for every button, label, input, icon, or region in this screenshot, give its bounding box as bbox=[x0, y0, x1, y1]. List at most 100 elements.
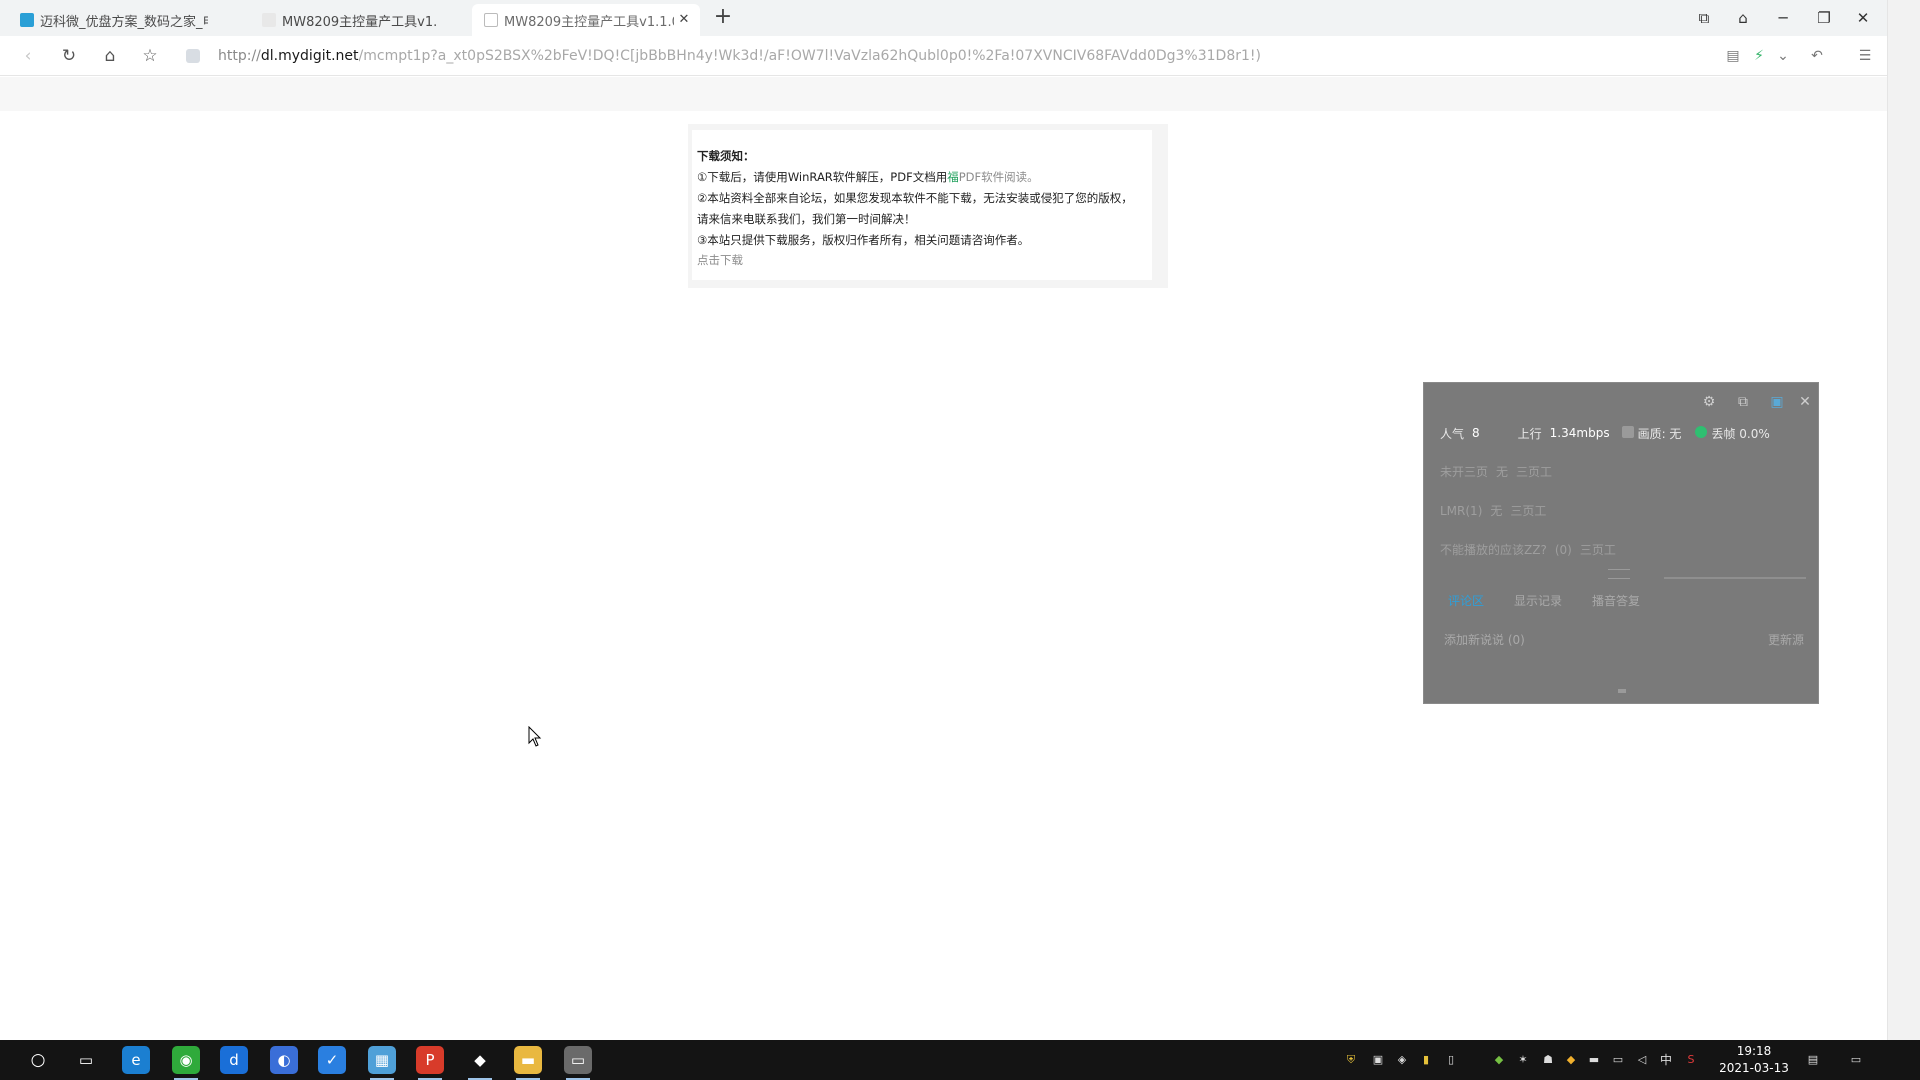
bluetooth-icon[interactable]: ✶ bbox=[1515, 1052, 1531, 1068]
settings-gear-icon[interactable]: ⚙ bbox=[1698, 391, 1720, 413]
notice-text: 软件解压，PDF文档用 bbox=[832, 170, 948, 184]
window-app-icon[interactable]: ▦ bbox=[368, 1046, 396, 1080]
close-tab-icon[interactable]: ✕ bbox=[676, 12, 692, 28]
close-panel-icon[interactable]: ✕ bbox=[1794, 391, 1816, 413]
restore-icon[interactable]: ❐ bbox=[1812, 6, 1836, 30]
browser-tab[interactable]: 迈科微_优盘方案_数码之家_电 bbox=[8, 4, 220, 36]
chevron-down-icon[interactable]: ⌄ bbox=[1772, 44, 1794, 68]
tab-replies[interactable]: 播音答复 bbox=[1592, 592, 1640, 610]
skin-shirt-icon[interactable]: ⌂ bbox=[1731, 6, 1755, 30]
tab-title: MW8209主控量产工具v1.1.0. bbox=[282, 14, 438, 30]
close-window-icon[interactable]: ✕ bbox=[1851, 6, 1875, 30]
notice-highlight: 福 bbox=[947, 170, 959, 184]
volume-icon[interactable]: ◁ bbox=[1634, 1052, 1650, 1068]
home-icon[interactable]: ⌂ bbox=[98, 44, 122, 68]
globe-icon[interactable]: ◐ bbox=[270, 1046, 298, 1074]
url-scheme: http:// bbox=[218, 48, 261, 64]
notice-line-3: 请来信来电联系我们，我们第一时间解决！ bbox=[697, 212, 916, 226]
clock-date: 2021-03-13 bbox=[1719, 1061, 1789, 1075]
page-favicon-icon bbox=[262, 13, 276, 27]
powerpoint-icon[interactable]: P bbox=[416, 1046, 444, 1080]
notice-text: PDF软件阅读。 bbox=[958, 170, 1039, 184]
edge-browser-icon[interactable]: e bbox=[122, 1046, 150, 1074]
tray-app-icon[interactable]: ◈ bbox=[1394, 1052, 1410, 1068]
page-scrollbar[interactable] bbox=[1887, 0, 1920, 1040]
keyboard-app-icon[interactable]: ▭ bbox=[564, 1046, 592, 1080]
tab-title: 迈科微_优盘方案_数码之家_电 bbox=[40, 14, 208, 30]
row-name: LMR(1) bbox=[1440, 504, 1483, 518]
panel-tabs: 评论区 显示记录 播音答复 bbox=[1448, 592, 1640, 610]
quality-label: 画质: 无 bbox=[1637, 426, 1682, 441]
folder-icon[interactable]: ▬ bbox=[1586, 1052, 1602, 1068]
file-explorer-icon[interactable]: ▬ bbox=[514, 1046, 542, 1080]
refresh-source-link[interactable]: 更新源 bbox=[1768, 631, 1804, 649]
page-top-band bbox=[0, 77, 1887, 111]
minimize-icon[interactable]: ─ bbox=[1771, 6, 1795, 30]
quality-checkbox[interactable] bbox=[1621, 425, 1638, 441]
browser-tab[interactable]: MW8209主控量产工具v1.1.0. bbox=[250, 4, 450, 36]
bookmark-star-icon[interactable]: ☆ bbox=[138, 44, 162, 68]
download-link[interactable]: 点击下载 bbox=[697, 251, 1146, 269]
tab-comments[interactable]: 评论区 bbox=[1448, 592, 1484, 610]
panel-scroll-knob[interactable] bbox=[1618, 689, 1626, 693]
site-info-icon[interactable] bbox=[186, 49, 200, 63]
row-note: 三页工 bbox=[1516, 465, 1553, 479]
notice-line-4: ③本站只提供下载服务，版权归作者所有，相关问题请咨询作者。 bbox=[697, 233, 1030, 247]
row-note: 三页工 bbox=[1510, 504, 1547, 518]
reload-icon[interactable]: ↻ bbox=[57, 44, 81, 68]
security-shield-icon[interactable]: ⛨ bbox=[1343, 1052, 1359, 1068]
ime-indicator[interactable]: 中 bbox=[1658, 1052, 1674, 1068]
browser-360-icon[interactable]: ◉ bbox=[172, 1046, 200, 1080]
sogou-input-icon[interactable]: S bbox=[1683, 1052, 1699, 1068]
network-icon[interactable]: ▭ bbox=[1610, 1052, 1626, 1068]
footer-label: 添加新说说 bbox=[1444, 633, 1505, 647]
panel-row: 未开三页无三页工 bbox=[1440, 463, 1560, 481]
tab-history[interactable]: 显示记录 bbox=[1514, 592, 1562, 610]
system-clock[interactable]: 19:18 2021-03-13 bbox=[1706, 1043, 1802, 1077]
row-name: 不能播放的应该ZZ? bbox=[1440, 543, 1547, 557]
copy-icon[interactable]: ⧉ bbox=[1732, 391, 1754, 413]
row-value: 无 bbox=[1496, 465, 1509, 479]
extension-icon[interactable]: ⚡ bbox=[1748, 44, 1770, 68]
panel-divider bbox=[1664, 577, 1806, 579]
nvidia-icon[interactable]: ◆ bbox=[1491, 1052, 1507, 1068]
arrow-app-icon[interactable]: ◆ bbox=[466, 1046, 494, 1080]
notes-icon[interactable]: ▤ bbox=[1805, 1052, 1821, 1068]
usb-drive-icon[interactable]: ▯ bbox=[1443, 1052, 1459, 1068]
browser-tab-active[interactable]: MW8209主控量产工具v1.1.0. ✕ bbox=[472, 4, 700, 36]
tray-app-icon[interactable]: ☗ bbox=[1540, 1052, 1556, 1068]
url-host: dl.mydigit.net bbox=[260, 48, 359, 64]
upload-value: 1.34mbps bbox=[1549, 426, 1610, 440]
resize-grip-icon[interactable] bbox=[1608, 569, 1630, 579]
checkbox-icon bbox=[1621, 425, 1634, 438]
screen-icon[interactable]: ▣ bbox=[1766, 391, 1788, 413]
browser-toolbar: ‹ ↻ ⌂ ☆ http:// dl.mydigit.net /mcmpt1p?… bbox=[0, 36, 1887, 76]
footer-count: (0) bbox=[1507, 633, 1525, 647]
notification-center-icon[interactable]: ▭ bbox=[1848, 1052, 1864, 1068]
url-path: /mcmpt1p?a_xt0pS2BSX%2bFeV!DQ!C[jbBbBHn4… bbox=[358, 48, 1261, 64]
reader-mode-icon[interactable]: ▤ bbox=[1722, 44, 1744, 68]
tray-app-icon[interactable]: ▣ bbox=[1370, 1052, 1386, 1068]
search-circle-icon[interactable]: ○ bbox=[24, 1046, 52, 1074]
row-note: 三页工 bbox=[1579, 543, 1616, 557]
clock-time: 19:18 bbox=[1736, 1044, 1772, 1058]
sidebar-toggle-icon[interactable]: ⧉ bbox=[1692, 6, 1716, 30]
notice-line-2: ②本站资料全部来自论坛，如果您发现本软件不能下载，无法安装或侵犯了您的版权， bbox=[697, 191, 1133, 205]
windows-taskbar: ○ ▭ e ◉ d ◐ ✓ ▦ P ◆ ▬ ▭ ⛨ ▣ ◈ ▮ ▯ ◆ ✶ ☗ … bbox=[0, 1040, 1920, 1080]
menu-icon[interactable]: ☰ bbox=[1854, 44, 1876, 68]
add-post-link[interactable]: 添加新说说 (0) bbox=[1444, 631, 1525, 649]
new-tab-button[interactable]: + bbox=[711, 6, 735, 30]
back-icon[interactable]: ‹ bbox=[16, 44, 40, 68]
task-view-icon[interactable]: ▭ bbox=[72, 1046, 100, 1074]
panel-row: LMR(1) 无三页工 bbox=[1440, 502, 1554, 520]
tray-app-icon[interactable]: ◆ bbox=[1563, 1052, 1579, 1068]
app-d-icon[interactable]: d bbox=[220, 1046, 248, 1074]
row-name: 未开三页 bbox=[1440, 465, 1489, 479]
row-value: 无 bbox=[1490, 504, 1503, 518]
tray-bulb-icon[interactable]: ▮ bbox=[1418, 1052, 1434, 1068]
tab-title: MW8209主控量产工具v1.1.0. bbox=[504, 14, 674, 30]
swift-bird-icon[interactable]: ✓ bbox=[318, 1046, 346, 1074]
notice-text: ①下载后，请使用 bbox=[697, 170, 788, 184]
undo-icon[interactable]: ↶ bbox=[1806, 44, 1828, 68]
address-bar[interactable]: http:// dl.mydigit.net /mcmpt1p?a_xt0pS2… bbox=[186, 42, 1266, 70]
